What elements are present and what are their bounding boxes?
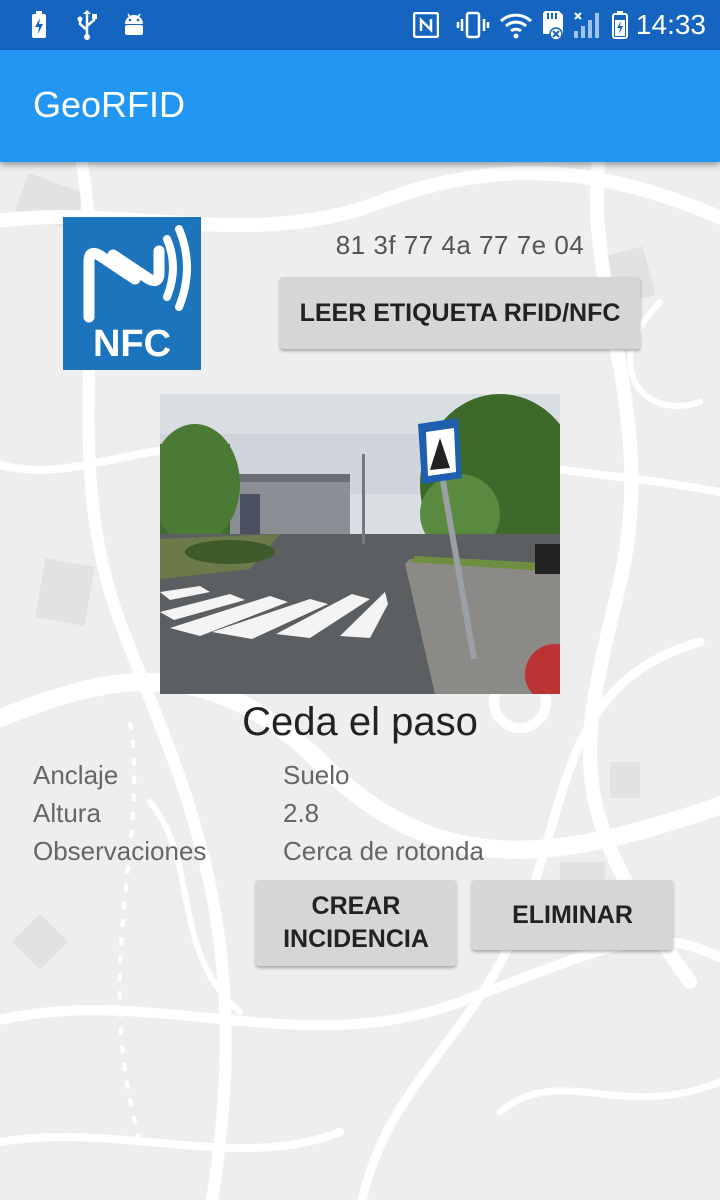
android-icon: [120, 10, 148, 40]
app-bar: GeoRFID: [0, 50, 720, 162]
field-value-observaciones: Cerca de rotonda: [283, 836, 484, 866]
field-value-altura: 2.8: [283, 798, 320, 828]
signal-icon: [572, 10, 604, 40]
status-bar: 14:33: [0, 0, 720, 50]
create-incident-button[interactable]: CREAR INCIDENCIA: [256, 880, 456, 966]
field-label-altura: Altura: [33, 798, 101, 828]
nfc-logo: NFC: [63, 217, 201, 370]
nfc-status-icon: [412, 10, 440, 40]
field-value-anclaje: Suelo: [283, 760, 350, 790]
tag-uid: 81 3f 77 4a 77 7e 04: [335, 230, 585, 260]
clock: 14:33: [635, 9, 706, 40]
sign-name: Ceda el paso: [242, 700, 478, 744]
app-title: GeoRFID: [33, 84, 186, 125]
read-tag-button[interactable]: LEER ETIQUETA RFID/NFC: [280, 277, 640, 349]
battery-charging-icon: [28, 10, 50, 40]
sign-photo: [160, 394, 560, 694]
create-incident-label: CREAR INCIDENCIA: [283, 892, 429, 953]
nfc-logo-text: NFC: [92, 323, 172, 365]
field-label-anclaje: Anclaje: [33, 760, 119, 790]
vibrate-icon: [456, 10, 490, 40]
field-label-observaciones: Observaciones: [33, 836, 207, 866]
usb-icon: [74, 10, 100, 40]
battery-icon: [610, 10, 630, 40]
sd-card-icon: [540, 10, 566, 40]
wifi-icon: [498, 10, 534, 40]
delete-button[interactable]: ELIMINAR: [472, 880, 673, 950]
